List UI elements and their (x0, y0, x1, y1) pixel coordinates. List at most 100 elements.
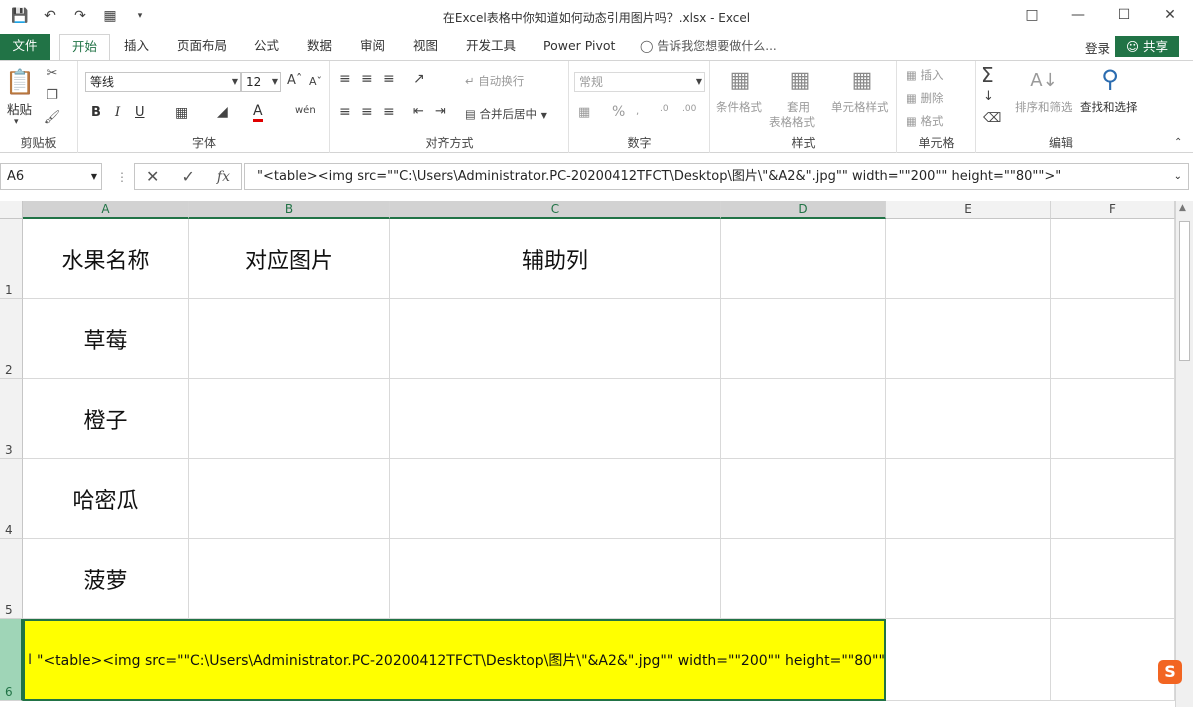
border-icon[interactable]: ▦ (175, 105, 188, 121)
tab-file[interactable]: 文件 (0, 34, 50, 60)
cell-f2[interactable] (1051, 299, 1175, 379)
maximize-icon[interactable]: ☐ (1101, 0, 1147, 32)
currency-icon[interactable]: ▦ (578, 105, 590, 120)
wrap-text-button[interactable]: ↵ 自动换行 (465, 73, 524, 89)
cell-styles-button[interactable]: 单元格样式 (831, 99, 889, 115)
cell-b1[interactable]: 对应图片 (189, 219, 390, 299)
cell-f3[interactable] (1051, 379, 1175, 459)
phonetic-icon[interactable]: wén (295, 105, 316, 116)
collapse-ribbon-icon[interactable]: ⌃ (1174, 137, 1182, 148)
cell-e5[interactable] (886, 539, 1051, 619)
cell-c4[interactable] (390, 459, 721, 539)
minimize-icon[interactable]: — (1055, 0, 1101, 32)
increase-decimal-icon[interactable]: .0 (660, 104, 669, 114)
align-center-icon[interactable]: ≡ (361, 104, 373, 120)
column-header-e[interactable]: E (886, 201, 1051, 219)
login-link[interactable]: 登录 (1085, 38, 1110, 57)
comma-icon[interactable]: , (636, 106, 639, 117)
formula-input[interactable]: "<table><img src=""C:\Users\Administrato… (244, 163, 1189, 190)
decrease-decimal-icon[interactable]: .00 (682, 104, 696, 114)
share-button[interactable]: ☺ 共享 (1115, 36, 1179, 57)
scroll-thumb[interactable] (1179, 221, 1190, 361)
cell-c3[interactable] (390, 379, 721, 459)
cell-e2[interactable] (886, 299, 1051, 379)
ribbon-display-icon[interactable]: □ (1009, 0, 1055, 32)
paste-dropdown-icon[interactable]: ▾ (14, 117, 19, 127)
autosum-icon[interactable]: Σ (981, 63, 994, 87)
tab-view[interactable]: 视图 (413, 34, 438, 60)
conditional-format-button[interactable]: 条件格式 (716, 99, 762, 115)
row-header-5[interactable]: 5 (0, 539, 23, 619)
cell-b3[interactable] (189, 379, 390, 459)
cut-icon[interactable]: ✂ (44, 65, 60, 81)
paste-icon[interactable]: 📋 (5, 67, 35, 97)
clear-icon[interactable]: ⌫ (983, 111, 1001, 126)
tab-power-pivot[interactable]: Power Pivot (543, 34, 615, 60)
name-box[interactable]: A6 ▼ (0, 163, 102, 190)
align-bottom-icon[interactable]: ≡ (383, 71, 395, 87)
font-name-select[interactable]: 等线 ▼ (85, 72, 241, 92)
insert-function-icon[interactable]: fx (217, 169, 230, 185)
cell-a6-merged-selected[interactable]: "<table><img src=""C:\Users\Administrato… (23, 619, 886, 701)
decrease-indent-icon[interactable]: ⇤ (413, 104, 424, 119)
orientation-icon[interactable]: ↗ (413, 71, 425, 87)
copy-icon[interactable]: ❐ (44, 87, 60, 103)
merge-center-button[interactable]: ▤ 合并后居中 ▼ (465, 106, 547, 122)
cell-b2[interactable] (189, 299, 390, 379)
cell-f6[interactable] (1051, 619, 1175, 701)
column-header-a[interactable]: A (23, 201, 189, 219)
number-format-select[interactable]: 常规 ▼ (574, 72, 705, 92)
cell-b4[interactable] (189, 459, 390, 539)
close-icon[interactable]: ✕ (1147, 0, 1193, 32)
cell-a2[interactable]: 草莓 (23, 299, 189, 379)
tab-developer[interactable]: 开发工具 (466, 34, 516, 60)
select-all-corner[interactable] (0, 201, 23, 219)
tab-review[interactable]: 审阅 (360, 34, 385, 60)
ime-logo-icon[interactable]: S (1158, 660, 1182, 684)
tab-formulas[interactable]: 公式 (254, 34, 279, 60)
tab-data[interactable]: 数据 (307, 34, 332, 60)
cell-e4[interactable] (886, 459, 1051, 539)
cell-a5[interactable]: 菠萝 (23, 539, 189, 619)
cell-d4[interactable] (721, 459, 886, 539)
cell-f1[interactable] (1051, 219, 1175, 299)
column-header-d[interactable]: D (721, 201, 886, 219)
format-cells-button[interactable]: ▦ 格式 (906, 113, 944, 129)
font-size-select[interactable]: 12 ▼ (241, 72, 281, 92)
cell-f5[interactable] (1051, 539, 1175, 619)
row-header-1[interactable]: 1 (0, 219, 23, 299)
cell-c2[interactable] (390, 299, 721, 379)
cell-d5[interactable] (721, 539, 886, 619)
row-header-6[interactable]: 6 (0, 619, 23, 701)
chevron-down-icon[interactable]: ⌄ (1174, 164, 1182, 189)
delete-cells-button[interactable]: ▦ 删除 (906, 90, 944, 106)
cell-f4[interactable] (1051, 459, 1175, 539)
grow-font-icon[interactable]: Aˆ (287, 73, 302, 88)
align-right-icon[interactable]: ≡ (383, 104, 395, 120)
cell-a3[interactable]: 橙子 (23, 379, 189, 459)
tab-page-layout[interactable]: 页面布局 (177, 34, 227, 60)
cell-e6[interactable] (886, 619, 1051, 701)
column-header-c[interactable]: C (390, 201, 721, 219)
row-header-3[interactable]: 3 (0, 379, 23, 459)
fill-icon[interactable]: ↓ (983, 89, 994, 104)
align-left-icon[interactable]: ≡ (339, 104, 351, 120)
shrink-font-icon[interactable]: Aˇ (309, 75, 322, 88)
tell-me-box[interactable]: ◯ 告诉我您想要做什么... (640, 34, 777, 60)
italic-button[interactable]: I (115, 105, 120, 120)
bold-button[interactable]: B (91, 105, 101, 120)
sort-filter-button[interactable]: 排序和筛选 (1015, 99, 1073, 115)
table-format-line1[interactable]: 套用 (787, 99, 810, 115)
cell-e3[interactable] (886, 379, 1051, 459)
column-header-b[interactable]: B (189, 201, 390, 219)
font-color-icon[interactable]: A (253, 103, 263, 122)
enter-icon[interactable]: ✓ (181, 167, 194, 186)
tab-insert[interactable]: 插入 (124, 34, 149, 60)
align-middle-icon[interactable]: ≡ (361, 71, 373, 87)
cancel-icon[interactable]: ✕ (146, 167, 159, 186)
tab-home[interactable]: 开始 (59, 34, 111, 60)
formula-bar-grip[interactable]: ⋮ (116, 170, 128, 184)
cell-a1[interactable]: 水果名称 (23, 219, 189, 299)
format-painter-icon[interactable]: 🖌 (44, 109, 61, 125)
insert-cells-button[interactable]: ▦ 插入 (906, 67, 944, 83)
